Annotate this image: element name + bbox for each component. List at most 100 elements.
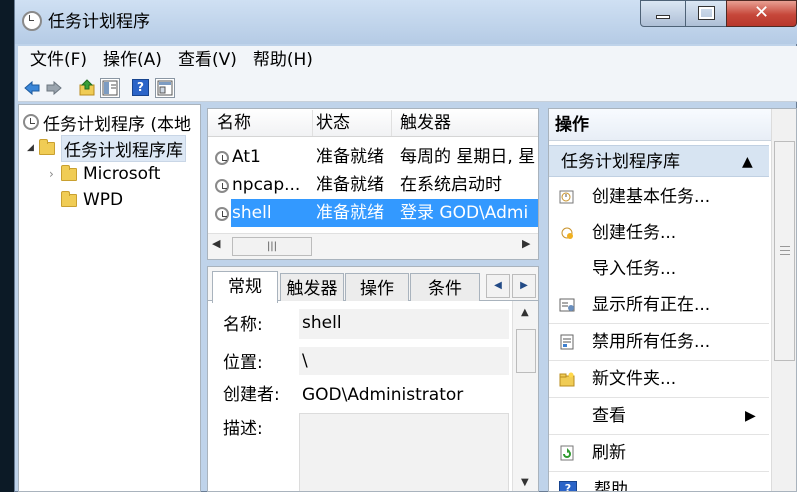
library-folder-clock-icon [39,138,55,155]
window-title: 任务计划程序 [48,12,150,32]
author-value[interactable]: GOD\Administrator [302,381,463,409]
close-button[interactable]: ✕ [726,0,797,27]
task-clock-icon [215,207,229,221]
forward-arrow-icon[interactable] [46,80,62,96]
minimize-button[interactable] [640,0,686,27]
column-trigger[interactable]: 触发器 [400,110,538,136]
action-label: 显示所有正在... [592,295,711,315]
maximize-button[interactable] [685,0,727,27]
column-name[interactable]: 名称 [217,110,313,136]
task-name: npcap... [232,175,301,195]
description-field[interactable] [299,413,509,491]
tree-item-wpd[interactable]: WPD [61,187,123,213]
tree-root-row[interactable]: 任务计划程序 (本地 [23,109,191,135]
create-basic-task-icon [559,190,574,204]
new-folder-icon [559,372,575,387]
up-folder-icon[interactable] [78,79,96,97]
task-row-selected[interactable]: shell 准备就绪 登录 GOD\Admi [215,199,538,227]
help-icon[interactable]: ? [132,79,149,96]
tab-conditions[interactable]: 条件 [410,273,480,301]
tab-scroll-left-icon[interactable]: ◀ [486,274,510,298]
tab-triggers[interactable]: 触发器 [280,273,344,301]
details-vscrollbar[interactable]: ▲ ▼ [512,301,538,491]
actions-vscrollbar[interactable] [771,109,796,491]
action-label: 禁用所有任务... [592,332,711,352]
refresh-icon [560,445,574,461]
properties-icon[interactable] [155,78,175,98]
minimize-icon [656,15,670,19]
scroll-down-arrow-icon[interactable]: ▼ [521,477,529,488]
tab-actions[interactable]: 操作 [345,273,409,301]
vscroll-thumb[interactable] [516,329,536,373]
tree-library-label: 任务计划程序库 [61,134,186,162]
action-create-basic-task[interactable]: 创建基本任务... [549,179,769,215]
author-label: 创建者: [223,385,280,405]
task-status: 准备就绪 [316,175,384,195]
action-label: 创建任务... [592,223,677,243]
collapse-arrow-icon[interactable]: ▲ [742,146,753,178]
scroll-up-arrow-icon[interactable]: ▲ [521,307,529,318]
toolbar: ? [18,74,797,102]
actions-section-header[interactable]: 任务计划程序库 ▲ [549,145,769,177]
task-trigger: 在系统启动时 [400,175,502,195]
task-name: At1 [232,147,261,167]
scroll-right-arrow-icon[interactable]: ▶ [522,237,530,250]
action-label: 新文件夹... [592,369,677,389]
task-row[interactable]: At1 准备就绪 每周的 星期日, 星 [208,143,538,171]
action-label: 查看 [592,406,626,426]
action-label: 创建基本任务... [592,187,711,207]
display-running-icon [559,298,575,312]
tab-scroll-right-icon[interactable]: ▶ [512,274,536,298]
task-list-hscrollbar[interactable]: ◀ ||| ▶ [208,233,538,259]
action-new-folder[interactable]: 新文件夹... [549,361,769,398]
menu-view[interactable]: 查看(V) [170,46,245,74]
task-trigger: 登录 GOD\Admi [400,203,529,223]
actions-header: 操作 [549,109,796,141]
expanded-arrow-icon[interactable]: ◢ [27,143,39,153]
actions-section-title: 任务计划程序库 [561,152,680,172]
details-panel: 常规 触发器 操作 条件 ◀ ▶ 名称: shell 位置: \ 创建者: GO… [207,266,539,492]
task-row[interactable]: npcap... 准备就绪 在系统启动时 [208,171,538,199]
actions-vscroll-thumb[interactable] [774,141,795,361]
menu-file[interactable]: 文件(F) [22,46,95,74]
task-name: shell [232,203,272,223]
task-clock-icon [215,151,229,165]
back-arrow-icon[interactable] [24,80,40,96]
help-icon: ? [559,481,577,491]
task-trigger: 每周的 星期日, 星 [400,147,536,167]
close-icon: ✕ [754,2,770,23]
tree-item-label: WPD [83,190,124,210]
tab-general[interactable]: 常规 [212,271,278,303]
actions-panel: 操作 任务计划程序库 ▲ 创建基本任务... 创建任务... 导入任务... 显… [548,108,797,492]
action-refresh[interactable]: 刷新 [549,435,769,472]
tree-item-microsoft[interactable]: › Microsoft [49,161,160,187]
folder-icon [61,164,77,181]
scroll-left-arrow-icon[interactable]: ◀ [212,237,220,250]
name-value[interactable]: shell [299,309,509,339]
app-clock-icon [22,11,42,31]
collapsed-arrow-icon[interactable]: › [49,167,61,181]
actions-list: 创建基本任务... 创建任务... 导入任务... 显示所有正在... 禁用所有… [549,179,769,491]
action-view[interactable]: 查看 ▶ [549,398,769,435]
hscroll-thumb[interactable]: ||| [232,237,312,256]
description-label: 描述: [223,419,263,439]
action-help[interactable]: ? 帮助 [549,472,769,491]
action-create-task[interactable]: 创建任务... [549,215,769,251]
task-status: 准备就绪 [316,147,384,167]
action-disable-history[interactable]: 禁用所有任务... [549,324,769,361]
menu-help[interactable]: 帮助(H) [245,46,321,74]
column-status[interactable]: 状态 [316,110,392,136]
name-label: 名称: [223,315,263,335]
maximize-icon [698,6,715,20]
location-value[interactable]: \ [299,347,509,375]
action-display-running[interactable]: 显示所有正在... [549,287,769,324]
task-list-panel: 名称 状态 触发器 At1 准备就绪 每周的 星期日, 星 npcap... 准… [207,108,539,260]
tree-root-label: 任务计划程序 (本地 [43,114,192,135]
tree-library-row[interactable]: ◢ 任务计划程序库 [27,134,186,162]
action-import-task[interactable]: 导入任务... [549,251,769,287]
blank-icon [559,261,575,277]
tree-panel: 任务计划程序 (本地 ◢ 任务计划程序库 › Microsoft WPD [18,104,201,492]
show-hide-tree-icon[interactable] [100,78,120,98]
action-label: 刷新 [592,443,626,463]
menu-action[interactable]: 操作(A) [95,46,170,74]
